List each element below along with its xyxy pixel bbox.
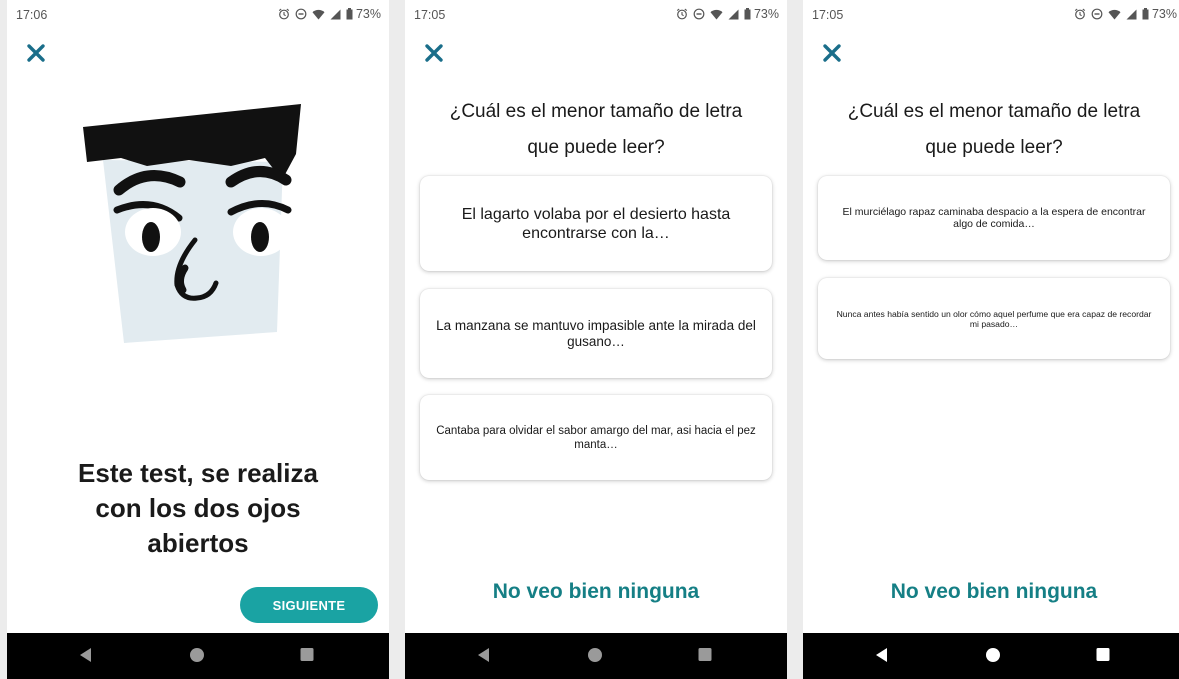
question-title: ¿Cuál es el menor tamaño de letra que pu… (813, 94, 1175, 166)
alarm-icon (278, 8, 290, 20)
battery-level: 73% (753, 7, 779, 21)
status-time: 17:05 (812, 8, 844, 22)
battery-level: 73% (1151, 7, 1177, 21)
face-illustration (83, 104, 301, 343)
intro-line-3: abiertos (147, 528, 249, 558)
wifi-icon (710, 9, 723, 19)
option-text: El murciélago rapaz caminaba despacio a … (842, 206, 1146, 230)
recents-icon[interactable] (300, 647, 314, 661)
text-option-card[interactable]: La manzana se mantuvo impasible ante la … (420, 289, 772, 378)
signal-icon (330, 9, 341, 19)
question-line-1: ¿Cuál es el menor tamaño de letra (847, 101, 1141, 122)
home-icon[interactable] (587, 647, 603, 663)
battery-icon (1142, 8, 1149, 20)
status-time: 17:06 (16, 8, 48, 22)
do-not-disturb-icon (693, 8, 705, 20)
intro-line-1: Este test, se realiza (78, 458, 318, 488)
signal-icon (1126, 9, 1137, 19)
home-icon[interactable] (985, 647, 1001, 663)
status-bar: 17:05 73% (405, 0, 787, 30)
cant-see-any-link[interactable]: No veo bien ninguna (803, 580, 1179, 604)
question-line-2: que puede leer? (527, 137, 665, 158)
option-text: Cantaba para olvidar el sabor amargo del… (436, 424, 756, 451)
signal-icon (728, 9, 739, 19)
do-not-disturb-icon (1091, 8, 1103, 20)
alarm-icon (676, 8, 688, 20)
recents-icon[interactable] (698, 647, 712, 661)
reading-test-screen-1: 17:05 73% ¿Cuál es el menor tamaño de le… (405, 0, 787, 679)
text-option-card[interactable]: El murciélago rapaz caminaba despacio a … (818, 176, 1170, 260)
battery-level: 73% (355, 7, 381, 21)
battery-icon (744, 8, 751, 20)
battery-icon (346, 8, 353, 20)
text-option-card[interactable]: El lagarto volaba por el desierto hasta … (420, 176, 772, 271)
cant-see-any-link[interactable]: No veo bien ninguna (405, 580, 787, 604)
text-option-card[interactable]: Nunca antes había sentido un olor cómo a… (818, 278, 1170, 359)
intro-heading: Este test, se realiza con los dos ojos a… (35, 456, 361, 561)
option-text: La manzana se mantuvo impasible ante la … (436, 317, 756, 349)
status-time: 17:05 (414, 8, 446, 22)
back-icon[interactable] (79, 647, 93, 663)
status-bar: 17:06 73% (7, 0, 389, 30)
do-not-disturb-icon (295, 8, 307, 20)
question-line-1: ¿Cuál es el menor tamaño de letra (449, 101, 743, 122)
option-text: El lagarto volaba por el desierto hasta … (461, 205, 731, 242)
question-line-2: que puede leer? (925, 137, 1063, 158)
home-icon[interactable] (189, 647, 205, 663)
navigation-bar (7, 633, 389, 679)
close-icon[interactable] (423, 42, 445, 64)
text-option-card[interactable]: Cantaba para olvidar el sabor amargo del… (420, 395, 772, 480)
wifi-icon (1108, 9, 1121, 19)
intro-line-2: con los dos ojos (95, 493, 301, 523)
intro-screen: 17:06 73% Este test, se realiza con los … (7, 0, 389, 679)
back-icon[interactable] (875, 647, 889, 663)
close-icon[interactable] (25, 42, 47, 64)
question-title: ¿Cuál es el menor tamaño de letra que pu… (415, 94, 777, 166)
reading-test-screen-2: 17:05 73% ¿Cuál es el menor tamaño de le… (803, 0, 1179, 679)
alarm-icon (1074, 8, 1086, 20)
back-icon[interactable] (477, 647, 491, 663)
option-text: Nunca antes había sentido un olor cómo a… (836, 308, 1152, 329)
navigation-bar (803, 633, 1179, 679)
wifi-icon (312, 9, 325, 19)
status-bar: 17:05 73% (803, 0, 1179, 30)
next-button[interactable]: SIGUIENTE (240, 587, 378, 623)
navigation-bar (405, 633, 787, 679)
recents-icon[interactable] (1096, 647, 1110, 661)
close-icon[interactable] (821, 42, 843, 64)
